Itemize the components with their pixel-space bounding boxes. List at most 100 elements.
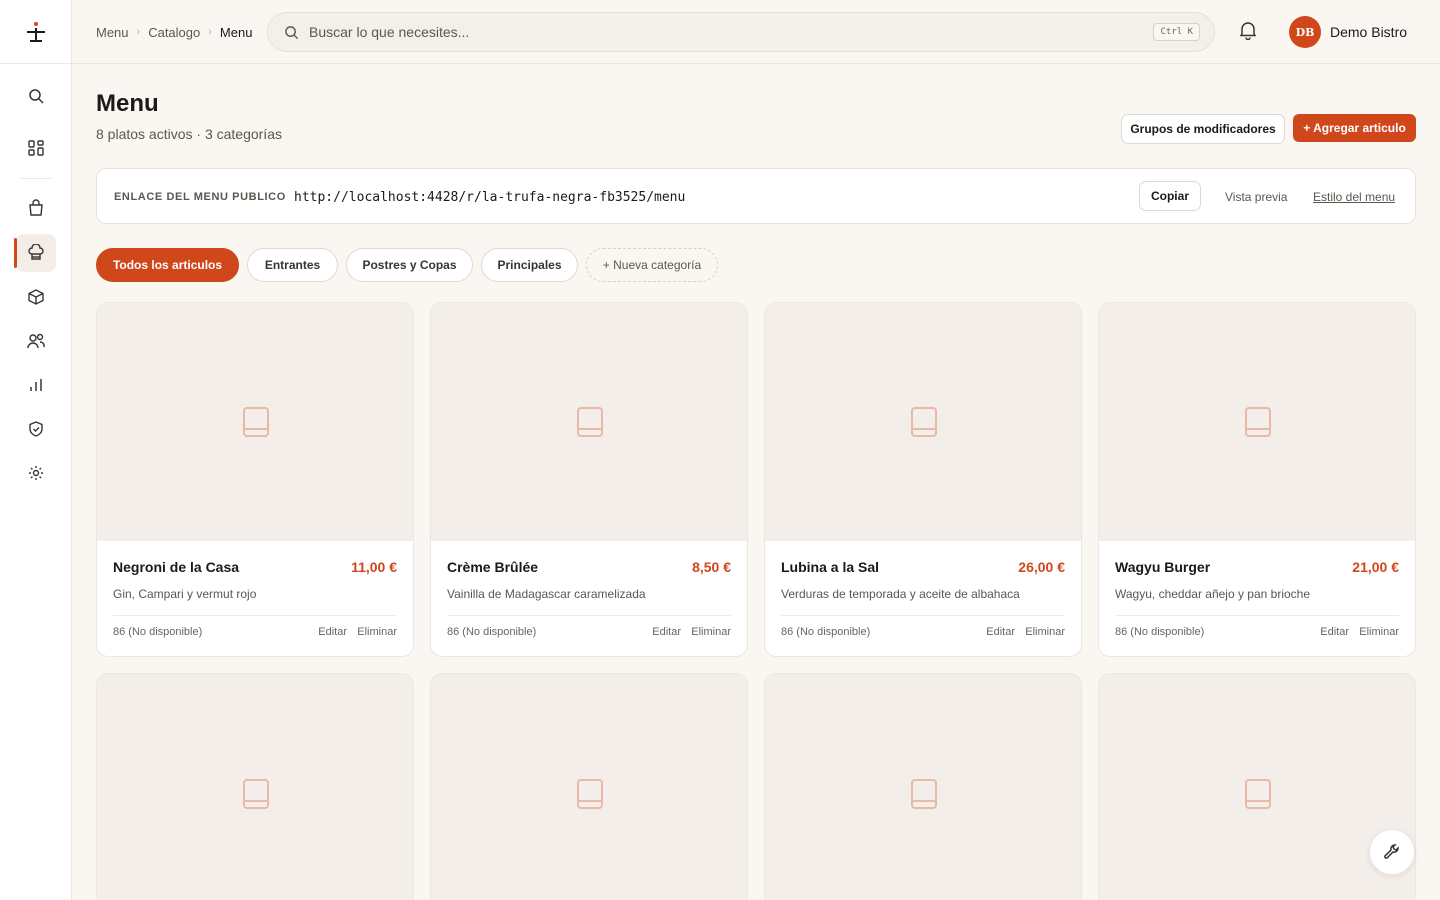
card-divider xyxy=(1115,615,1399,616)
tools-fab-button[interactable] xyxy=(1369,829,1415,875)
item-name: Crème Brûlée xyxy=(447,559,539,575)
page-title: Menu xyxy=(96,90,159,117)
menu-item-card[interactable]: Negroni de la Casa 11,00 € Gin, Campari … xyxy=(96,302,414,657)
logo-icon xyxy=(27,21,45,42)
item-stock-status: 86 (No disponible) xyxy=(447,626,537,638)
delete-button[interactable]: Eliminar xyxy=(357,626,397,638)
sidebar-divider xyxy=(20,178,52,179)
tab-postres-y-copas[interactable]: Postres y Copas xyxy=(346,248,473,282)
chef-hat-icon xyxy=(28,244,44,260)
edit-button[interactable]: Editar xyxy=(652,626,681,638)
item-image-placeholder xyxy=(431,303,747,541)
chevron-right-icon: › xyxy=(136,26,141,38)
menu-item-card[interactable]: Wagyu Burger 21,00 € Wagyu, cheddar añej… xyxy=(1098,302,1416,657)
book-icon xyxy=(1245,779,1271,809)
item-description: Gin, Campari y vermut rojo xyxy=(113,587,257,601)
menu-item-card[interactable]: Crème Brûlée 8,50 € Vainilla de Madagasc… xyxy=(430,302,748,657)
card-divider xyxy=(113,615,397,616)
search-placeholder: Buscar lo que necesites... xyxy=(309,24,470,40)
delete-button[interactable]: Eliminar xyxy=(1359,626,1399,638)
sidebar-item-search[interactable] xyxy=(16,77,56,115)
sidebar-item-staff[interactable] xyxy=(16,322,56,360)
item-price: 8,50 € xyxy=(692,559,731,575)
search-input[interactable]: Buscar lo que necesites... Ctrl K xyxy=(267,12,1215,52)
users-icon xyxy=(27,333,45,349)
sidebar-item-dashboard[interactable] xyxy=(16,129,56,167)
book-icon xyxy=(911,779,937,809)
item-description: Vainilla de Madagascar caramelizada xyxy=(447,587,646,601)
card-divider xyxy=(447,615,731,616)
item-name: Negroni de la Casa xyxy=(113,559,240,575)
tab-principales[interactable]: Principales xyxy=(481,248,578,282)
book-icon xyxy=(243,779,269,809)
chevron-right-icon: › xyxy=(208,26,212,38)
notifications-button[interactable] xyxy=(1239,20,1261,44)
item-image-placeholder xyxy=(1099,303,1415,541)
item-stock-status: 86 (No disponible) xyxy=(113,626,203,638)
preview-link[interactable]: Vista previa xyxy=(1225,169,1287,225)
menu-item-card[interactable] xyxy=(1098,673,1416,900)
delete-button[interactable]: Eliminar xyxy=(1025,626,1065,638)
book-icon xyxy=(911,407,937,437)
sidebar-item-menu[interactable] xyxy=(14,234,56,272)
item-price: 26,00 € xyxy=(1018,559,1065,575)
sidebar-item-reports[interactable] xyxy=(16,366,56,404)
wrench-icon xyxy=(1384,844,1399,859)
item-image-placeholder xyxy=(97,303,413,541)
card-divider xyxy=(781,615,1065,616)
grid-icon xyxy=(28,140,44,156)
sidebar xyxy=(0,0,72,900)
item-stock-status: 86 (No disponible) xyxy=(1115,626,1205,638)
book-icon xyxy=(577,779,603,809)
sidebar-item-inventory[interactable] xyxy=(16,278,56,316)
edit-button[interactable]: Editar xyxy=(1320,626,1349,638)
edit-button[interactable]: Editar xyxy=(318,626,347,638)
breadcrumb-item-menu[interactable]: Menu xyxy=(96,25,129,40)
user-name[interactable]: Demo Bistro xyxy=(1330,0,1407,64)
breadcrumb-item-catalogo[interactable]: Catalogo xyxy=(148,25,200,40)
sidebar-item-security[interactable] xyxy=(16,410,56,448)
public-link-bar: ENLACE DEL MENU PUBLICO http://localhost… xyxy=(96,168,1416,224)
item-image-placeholder xyxy=(765,303,1081,541)
box-icon xyxy=(28,289,44,305)
bell-icon xyxy=(1239,22,1257,40)
bar-chart-icon xyxy=(30,379,42,391)
item-price: 11,00 € xyxy=(351,559,397,575)
item-image-placeholder xyxy=(765,674,1081,900)
item-stock-status: 86 (No disponible) xyxy=(781,626,871,638)
breadcrumb-current: Menu xyxy=(219,24,253,40)
book-icon xyxy=(577,407,603,437)
copy-button[interactable]: Copiar xyxy=(1139,181,1201,211)
delete-button[interactable]: Eliminar xyxy=(691,626,731,638)
menu-item-card[interactable] xyxy=(764,673,1082,900)
item-image-placeholder xyxy=(97,674,413,900)
sidebar-item-orders[interactable] xyxy=(16,189,56,227)
app-logo[interactable] xyxy=(0,0,72,64)
add-item-button[interactable]: + Agregar articulo xyxy=(1293,114,1416,142)
public-link-url: http://localhost:4428/r/la-trufa-negra-f… xyxy=(294,189,686,205)
book-icon xyxy=(1245,407,1271,437)
page-subtitle: 8 platos activos · 3 categorías xyxy=(96,126,282,142)
public-link-label: ENLACE DEL MENU PUBLICO xyxy=(114,191,286,203)
sun-icon xyxy=(29,466,43,480)
item-description: Verduras de temporada y aceite de albaha… xyxy=(781,587,1020,601)
topbar: Menu › Catalogo › Menu Buscar lo que nec… xyxy=(72,0,1440,64)
tab-all-items[interactable]: Todos los articulos xyxy=(96,248,239,282)
item-description: Wagyu, cheddar añejo y pan brioche xyxy=(1115,587,1311,601)
edit-button[interactable]: Editar xyxy=(986,626,1015,638)
menu-item-card[interactable] xyxy=(430,673,748,900)
item-price: 21,00 € xyxy=(1352,559,1399,575)
shortcut-hint: Ctrl K xyxy=(1153,23,1200,41)
menu-item-card[interactable] xyxy=(96,673,414,900)
menu-style-link[interactable]: Estilo del menu xyxy=(1313,169,1395,225)
item-name: Lubina a la Sal xyxy=(781,559,880,575)
item-image-placeholder xyxy=(1099,674,1415,900)
new-category-button[interactable]: + Nueva categoría xyxy=(586,248,718,282)
avatar[interactable]: DB xyxy=(1289,16,1321,48)
tab-entrantes[interactable]: Entrantes xyxy=(247,248,338,282)
menu-item-card[interactable]: Lubina a la Sal 26,00 € Verduras de temp… xyxy=(764,302,1082,657)
modifier-groups-button[interactable]: Grupos de modificadores xyxy=(1121,114,1285,144)
breadcrumb: Menu › Catalogo › Menu xyxy=(96,0,252,64)
sidebar-item-settings[interactable] xyxy=(16,454,56,492)
item-image-placeholder xyxy=(431,674,747,900)
